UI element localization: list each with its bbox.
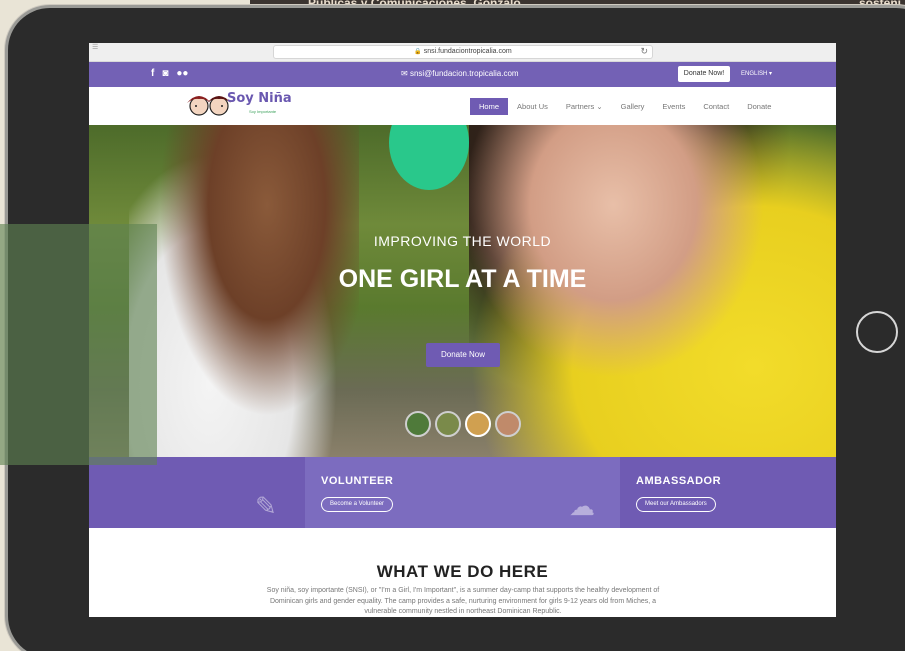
language-label: ENGLISH bbox=[741, 71, 768, 77]
language-selector[interactable]: ENGLISH ▾ bbox=[741, 70, 772, 77]
instagram-icon[interactable]: ◙ bbox=[162, 68, 168, 79]
cta-volunteer: VOLUNTEER Become a Volunteer ☁ bbox=[305, 457, 620, 528]
become-volunteer-button[interactable]: Become a Volunteer bbox=[321, 497, 394, 512]
hero-balloon bbox=[389, 125, 469, 190]
top-info-bar: f ◙ ●● ✉ snsi@fundacion.tropicalia.com D… bbox=[89, 62, 836, 87]
lock-icon: 🔒 bbox=[414, 49, 422, 55]
url-field[interactable]: 🔒 snsi.fundaciontropicalia.com ↻ bbox=[273, 45, 653, 59]
cta-ambassador: AMBASSADOR Meet our Ambassadors bbox=[620, 457, 836, 528]
social-links: f ◙ ●● bbox=[151, 68, 188, 79]
main-navbar: Soy Niña Soy Importante Home About Us Pa… bbox=[89, 87, 836, 125]
hero-title: ONE GIRL AT A TIME bbox=[338, 265, 587, 293]
slider-thumbnail[interactable] bbox=[405, 411, 431, 437]
what-we-do-title: WHAT WE DO HERE bbox=[376, 562, 549, 581]
nav-events[interactable]: Events bbox=[653, 98, 694, 115]
nav-contact[interactable]: Contact bbox=[694, 98, 738, 115]
ambassador-title: AMBASSADOR bbox=[636, 475, 722, 487]
nav-about-us[interactable]: About Us bbox=[508, 98, 557, 115]
reader-icon[interactable]: ☰ bbox=[92, 43, 98, 51]
facebook-icon[interactable]: f bbox=[151, 68, 154, 79]
meet-ambassadors-button[interactable]: Meet our Ambassadors bbox=[636, 497, 716, 512]
hero-slider: IMPROVING THE WORLD ONE GIRL AT A TIME D… bbox=[89, 125, 836, 457]
nav-gallery[interactable]: Gallery bbox=[612, 98, 654, 115]
tablet-home-button[interactable] bbox=[856, 311, 898, 353]
what-we-do-body: Soy niña, soy importante (SNSI), or "I'm… bbox=[266, 587, 660, 615]
green-overlay-block bbox=[0, 224, 157, 465]
reload-icon[interactable]: ↻ bbox=[640, 45, 648, 57]
caret-down-icon: ▾ bbox=[769, 71, 773, 77]
chevron-down-icon: ⌄ bbox=[596, 102, 603, 111]
hero-donate-button[interactable]: Donate Now bbox=[426, 343, 500, 367]
flickr-icon[interactable]: ●● bbox=[176, 68, 188, 79]
nav-partners-label: Partners bbox=[565, 102, 595, 111]
browser-address-bar: ☰ 🔒 snsi.fundaciontropicalia.com ↻ bbox=[89, 43, 836, 62]
slider-thumbnail[interactable] bbox=[435, 411, 461, 437]
tablet-screen: ☰ 🔒 snsi.fundaciontropicalia.com ↻ f ◙ ●●… bbox=[89, 43, 836, 617]
slider-thumbnail[interactable] bbox=[495, 411, 521, 437]
hero-subtitle: IMPROVING THE WORLD bbox=[373, 233, 552, 249]
contact-email-text: snsi@fundacion.tropicalia.com bbox=[409, 69, 519, 78]
url-text: snsi.fundaciontropicalia.com bbox=[423, 48, 512, 55]
volunteer-title: VOLUNTEER bbox=[321, 475, 394, 487]
logo-subtext: Soy Importante bbox=[249, 109, 277, 114]
cta-block-left: ✎ bbox=[89, 457, 305, 528]
what-we-do-section: WHAT WE DO HERE Soy niña, soy importante… bbox=[89, 528, 836, 617]
nav-menu: Home About Us Partners ⌄ Gallery Events … bbox=[470, 98, 780, 115]
slider-thumbnail-active[interactable] bbox=[465, 411, 491, 437]
mail-icon: ✉ bbox=[401, 69, 408, 78]
bandage-icon: ✎ bbox=[255, 491, 277, 521]
nav-home[interactable]: Home bbox=[470, 98, 509, 115]
nav-partners[interactable]: Partners ⌄ bbox=[557, 98, 612, 115]
logo-text[interactable]: Soy Niña bbox=[227, 91, 292, 106]
donate-now-top-button[interactable]: Donate Now! bbox=[678, 66, 730, 82]
cta-row: ✎ VOLUNTEER Become a Volunteer ☁ AMBASSA… bbox=[89, 457, 836, 528]
contact-email[interactable]: ✉ snsi@fundacion.tropicalia.com bbox=[401, 69, 519, 78]
slider-thumbnails bbox=[405, 411, 521, 437]
nav-donate[interactable]: Donate bbox=[738, 98, 780, 115]
handshake-icon: ☁ bbox=[569, 491, 595, 521]
